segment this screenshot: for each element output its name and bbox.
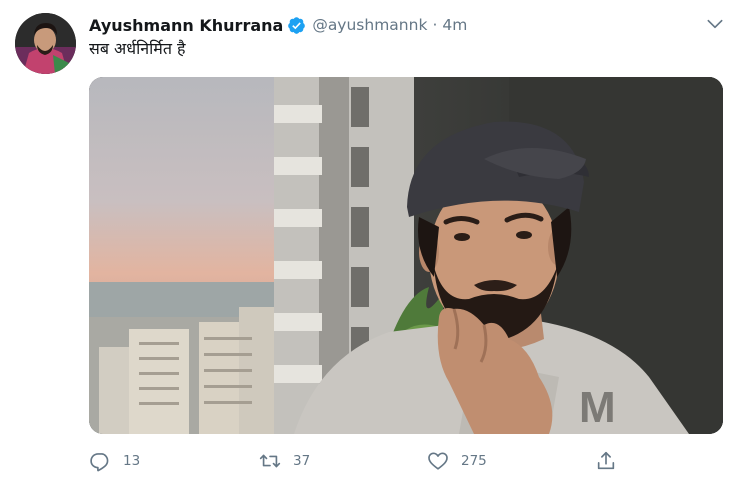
avatar-image [15,13,76,74]
chevron-down-icon [707,19,723,29]
tweet-text: सब अर्धनिर्मित है [89,39,186,58]
tweet-media[interactable]: M [89,77,723,434]
reply-button[interactable]: 13 [89,447,140,475]
like-count: 275 [461,453,487,469]
retweet-icon [259,450,281,472]
user-handle[interactable]: @ayushmannk [312,16,427,34]
tweet[interactable]: Ayushmann Khurrana @ayushmannk · 4m सब अ… [0,0,740,479]
heart-icon [427,450,449,472]
avatar[interactable] [15,13,76,74]
video-frame-image: M [89,77,723,434]
share-icon [595,450,617,472]
tweet-header: Ayushmann Khurrana @ayushmannk · 4m [89,12,467,38]
share-button[interactable] [595,447,617,475]
more-options-button[interactable] [705,14,725,34]
svg-text:M: M [579,383,616,432]
retweet-button[interactable]: 37 [259,447,310,475]
display-name[interactable]: Ayushmann Khurrana [89,16,283,35]
reply-count: 13 [123,453,141,469]
tweet-actions: 13 37 275 [89,447,629,475]
like-button[interactable]: 275 [427,447,487,475]
separator-dot: · [432,16,438,34]
timestamp[interactable]: 4m [442,16,467,34]
retweet-count: 37 [293,453,311,469]
verified-badge-icon [287,16,306,35]
reply-icon [89,450,111,472]
